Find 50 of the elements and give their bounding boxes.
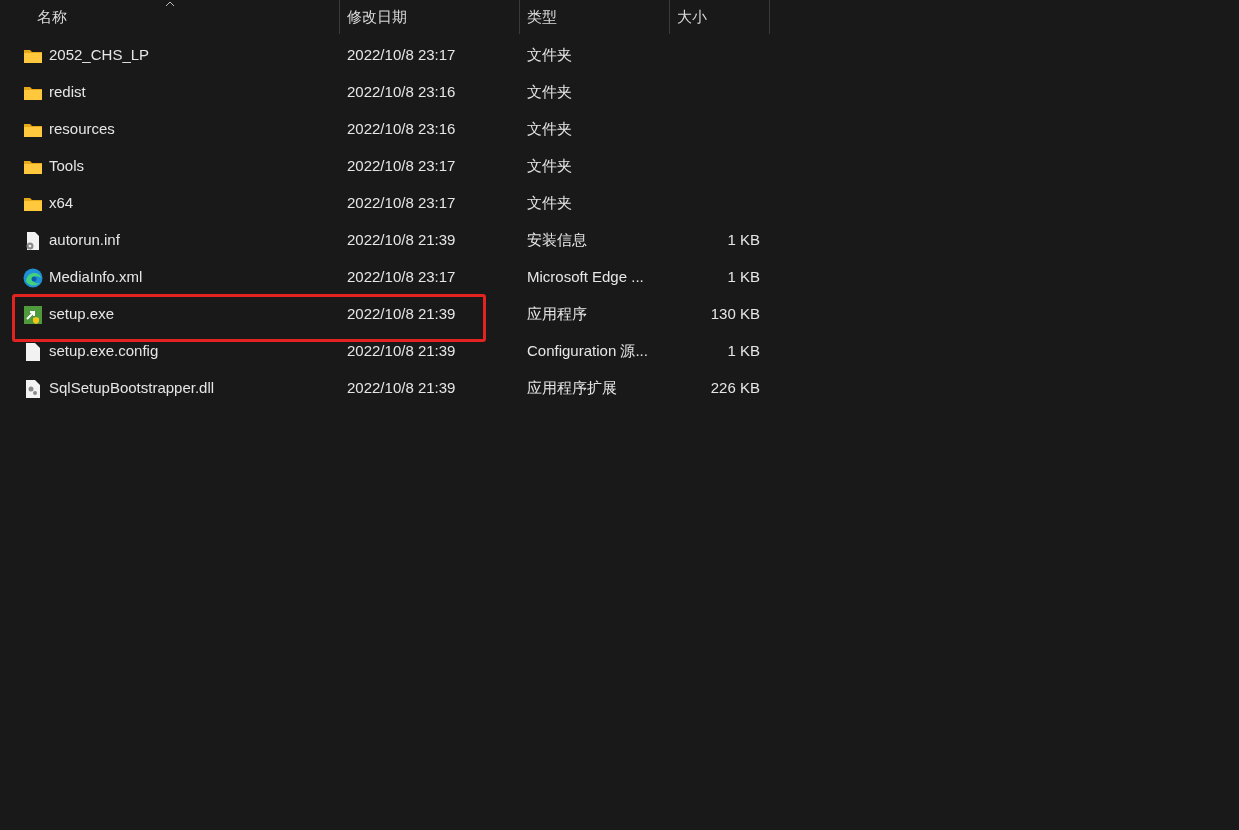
file-type: 文件夹	[527, 194, 572, 212]
file-size: 1 KB	[727, 341, 760, 362]
file-name[interactable]: SqlSetupBootstrapper.dll	[49, 377, 215, 400]
modified-date: 2022/10/8 21:39	[347, 305, 456, 323]
file-type: Configuration 源...	[527, 342, 648, 360]
modified-date: 2022/10/8 21:39	[347, 379, 456, 397]
modified-date: 2022/10/8 23:17	[347, 46, 456, 64]
file-name[interactable]: 2052_CHS_LP	[49, 44, 150, 67]
column-header[interactable]: 名称	[0, 0, 340, 34]
file-name[interactable]: x64	[49, 192, 74, 215]
file-icon	[25, 341, 41, 362]
file-name[interactable]: redist	[49, 81, 86, 104]
folder-icon	[23, 121, 43, 138]
file-type: Microsoft Edge ...	[527, 268, 644, 286]
file-size: 226 KB	[710, 378, 760, 399]
modified-date: 2022/10/8 23:17	[347, 268, 456, 286]
file-type: 文件夹	[527, 83, 572, 101]
column-header[interactable]: 类型	[520, 0, 670, 34]
file-type: 安装信息	[527, 231, 587, 249]
column-header[interactable]: 大小	[670, 0, 770, 34]
column-header[interactable]: 修改日期	[340, 0, 520, 34]
gears-file-icon	[25, 378, 41, 399]
file-name[interactable]: autorun.inf	[49, 229, 120, 252]
modified-date: 2022/10/8 23:16	[347, 120, 456, 138]
modified-date: 2022/10/8 21:39	[347, 231, 456, 249]
modified-date: 2022/10/8 21:39	[347, 342, 456, 360]
file-name[interactable]: setup.exe	[49, 303, 115, 326]
modified-date: 2022/10/8 23:17	[347, 194, 456, 212]
file-name[interactable]: resources	[49, 118, 115, 141]
swirl-logo-icon	[23, 267, 43, 288]
file-name[interactable]: MediaInfo.xml	[49, 266, 143, 289]
file-type: 文件夹	[527, 120, 572, 138]
file-name[interactable]: Tools	[49, 155, 85, 178]
file-type: 文件夹	[527, 46, 572, 64]
sort-caret-icon	[164, 1, 175, 7]
file-type: 应用程序	[527, 305, 587, 323]
file-name[interactable]: setup.exe.config	[49, 340, 159, 363]
folder-icon	[23, 195, 43, 212]
gear-file-icon	[25, 230, 41, 251]
file-size: 1 KB	[727, 230, 760, 251]
file-size: 130 KB	[710, 304, 760, 325]
modified-date: 2022/10/8 23:17	[347, 157, 456, 175]
file-type: 文件夹	[527, 157, 572, 175]
folder-icon	[23, 158, 43, 175]
file-size: 1 KB	[727, 267, 760, 288]
installer-icon	[23, 304, 43, 325]
modified-date: 2022/10/8 23:16	[347, 83, 456, 101]
file-type: 应用程序扩展	[527, 379, 617, 397]
folder-icon	[23, 47, 43, 64]
folder-icon	[23, 84, 43, 101]
